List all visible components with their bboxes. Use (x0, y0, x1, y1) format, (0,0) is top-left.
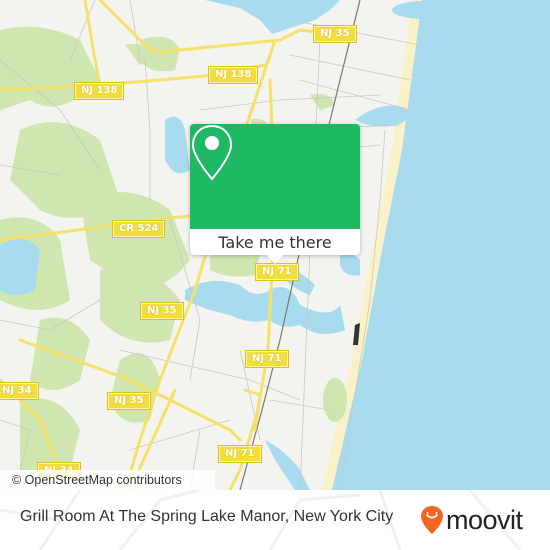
moovit-wordmark: moovit (446, 505, 523, 535)
route-label-nj71: NJ 71 (255, 263, 299, 281)
map-attribution[interactable]: © OpenStreetMap contributors (0, 470, 215, 490)
lake (392, 1, 458, 19)
take-me-there-button[interactable]: Take me there (190, 229, 360, 255)
route-label-nj138: NJ 138 (207, 66, 259, 84)
moovit-logo[interactable]: moovit (420, 505, 523, 535)
route-label-cr524: CR 524 (111, 220, 166, 238)
route-label-nj71: NJ 71 (245, 350, 289, 368)
route-label-nj71: NJ 71 (218, 445, 262, 463)
popup-header[interactable] (190, 124, 360, 229)
route-label-nj35: NJ 35 (140, 302, 184, 320)
moovit-pin-smile-icon (421, 506, 443, 534)
route-label-nj35: NJ 35 (313, 25, 357, 43)
route-label-nj138: NJ 138 (73, 82, 125, 100)
popup-pointer (267, 255, 283, 264)
map-view[interactable]: NJ 35 NJ 138 NJ 138 CR 524 NJ 71 NJ 35 N… (0, 0, 550, 490)
footer-bar: Grill Room At The Spring Lake Manor, New… (0, 490, 550, 550)
map-pin-icon (191, 124, 233, 181)
place-title: Grill Room At The Spring Lake Manor, New… (20, 508, 394, 525)
ocean (330, 0, 550, 490)
route-label-nj34: NJ 34 (0, 382, 39, 400)
route-label-nj35: NJ 35 (107, 392, 151, 410)
location-popup[interactable]: Take me there (190, 124, 360, 264)
attribution-text[interactable]: © OpenStreetMap contributors (12, 473, 182, 487)
